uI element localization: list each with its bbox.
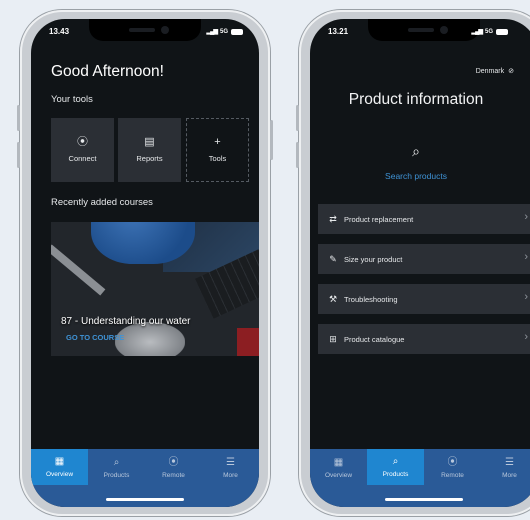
search-icon: ⌕	[392, 455, 399, 467]
tab-bar: ▦ Overview ⌕ Products ⦿ Remote ☰ More	[31, 449, 259, 507]
book-icon: ⊞	[329, 333, 337, 344]
network-label: 5G	[219, 28, 228, 35]
course-card[interactable]: 87 - Understanding our water GO TO COURS…	[51, 222, 259, 356]
status-bar: 13.21 ▂▄▆ 5G	[328, 27, 522, 36]
courses-heading: Recently added courses	[51, 197, 153, 208]
chevron-right-icon: ›	[524, 211, 528, 223]
network-label: 5G	[484, 28, 493, 35]
remote-icon: ⦿	[447, 456, 458, 468]
chevron-right-icon: ›	[524, 331, 528, 343]
search-icon: ⌕	[412, 143, 420, 159]
menu-size-product[interactable]: ✎ Size your product ›	[318, 244, 530, 274]
tool-add[interactable]: + Tools	[186, 118, 249, 182]
wrench-icon: ⚒	[328, 293, 338, 304]
menu-icon: ☰	[226, 456, 235, 468]
replace-icon: ⇄	[329, 213, 337, 224]
search-products[interactable]: ⌕ Search products	[310, 143, 522, 181]
tab-label: Remote	[162, 471, 185, 479]
tab-bar: ▦ Overview ⌕ Products ⦿ Remote ☰ More	[310, 449, 530, 507]
home-indicator	[385, 498, 463, 501]
battery-icon	[231, 28, 243, 35]
tab-products[interactable]: ⌕ Products	[367, 449, 424, 485]
remote-icon: ⦿	[168, 456, 179, 468]
chevron-right-icon: ›	[524, 251, 528, 263]
ruler-icon: ✎	[329, 253, 337, 264]
country-label: Denmark	[475, 67, 505, 75]
right-phone: 13.21 ▂▄▆ 5G Denmark ⊘ Product informatio…	[296, 10, 530, 516]
tab-label: More	[223, 471, 238, 479]
page-title: Product information	[348, 91, 484, 108]
side-button	[17, 142, 20, 168]
tool-label: Connect	[68, 154, 97, 163]
battery-icon	[496, 28, 508, 35]
home-screen: 13.43 ▂▄▆ 5G Good Afternoon! Your tools ⦿…	[31, 19, 259, 507]
clipboard-icon: ▤	[144, 136, 155, 148]
menu-label: Troubleshooting	[344, 294, 398, 304]
go-to-course-link[interactable]: GO TO COURSE	[66, 333, 124, 342]
grid-icon: ▦	[333, 456, 344, 468]
menu-label: Product catalogue	[344, 334, 405, 344]
menu-icon: ☰	[505, 456, 514, 468]
signal-icon: ▂▄▆	[206, 29, 219, 35]
tab-overview[interactable]: ▦ Overview	[31, 449, 88, 485]
side-button	[296, 142, 299, 168]
tools-heading: Your tools	[51, 94, 93, 105]
remote-icon: ⦿	[77, 136, 88, 148]
signal-icon: ▂▄▆	[471, 29, 484, 35]
tab-label: Remote	[441, 471, 464, 479]
side-button	[17, 105, 20, 131]
tool-reports[interactable]: ▤ Reports	[118, 118, 181, 182]
tool-connect[interactable]: ⦿ Connect	[51, 118, 114, 182]
course-title: 87 - Understanding our water	[61, 316, 191, 327]
tab-overview[interactable]: ▦ Overview	[310, 449, 367, 487]
globe-icon: ⊘	[508, 68, 514, 75]
greeting: Good Afternoon!	[51, 63, 164, 80]
products-screen: 13.21 ▂▄▆ 5G Denmark ⊘ Product informatio…	[310, 19, 530, 507]
tool-label: Tools	[208, 154, 227, 163]
menu-product-catalogue[interactable]: ⊞ Product catalogue ›	[318, 324, 530, 354]
tab-label: Overview	[45, 470, 74, 478]
tool-label: Reports	[136, 154, 163, 163]
plus-icon: +	[214, 136, 221, 148]
tab-more[interactable]: ☰ More	[481, 449, 530, 487]
tab-products[interactable]: ⌕ Products	[88, 449, 145, 487]
tab-more[interactable]: ☰ More	[202, 449, 259, 487]
tab-label: Overview	[324, 471, 353, 479]
side-button	[296, 105, 299, 131]
status-bar: 13.43 ▂▄▆ 5G	[49, 27, 243, 36]
home-indicator	[106, 498, 184, 501]
menu-label: Product replacement	[344, 214, 414, 224]
course-image-ruler	[51, 244, 106, 296]
status-time: 13.43	[49, 27, 70, 36]
menu-label: Size your product	[344, 254, 403, 264]
tab-label: Products	[382, 470, 409, 478]
power-button	[270, 120, 273, 160]
menu-product-replacement[interactable]: ⇄ Product replacement ›	[318, 204, 530, 234]
tab-remote[interactable]: ⦿ Remote	[145, 449, 202, 487]
search-label: Search products	[385, 171, 447, 181]
menu-troubleshooting[interactable]: ⚒ Troubleshooting ›	[318, 284, 530, 314]
status-time: 13.21	[328, 27, 349, 36]
country-selector[interactable]: Denmark ⊘	[475, 67, 514, 76]
grid-icon: ▦	[54, 455, 65, 467]
chevron-right-icon: ›	[524, 291, 528, 303]
course-image-glove	[115, 322, 185, 356]
search-icon: ⌕	[113, 456, 120, 468]
tab-remote[interactable]: ⦿ Remote	[424, 449, 481, 487]
tab-label: More	[502, 471, 517, 479]
course-image-device	[237, 328, 259, 356]
left-phone: 13.43 ▂▄▆ 5G Good Afternoon! Your tools ⦿…	[17, 10, 273, 516]
tab-label: Products	[103, 471, 130, 479]
